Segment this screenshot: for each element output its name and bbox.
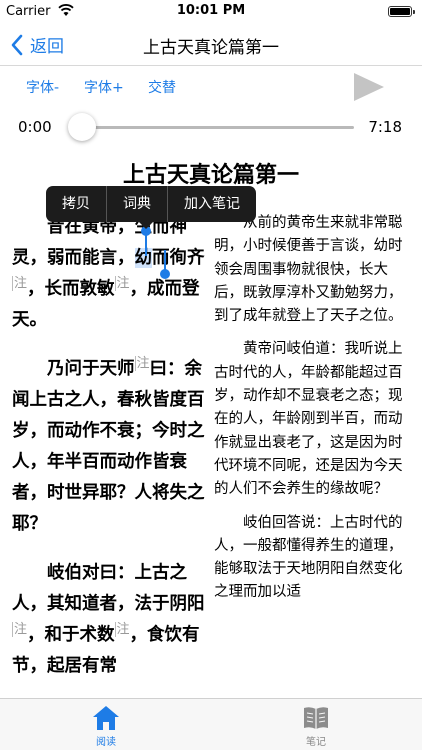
notebook-icon <box>304 707 328 729</box>
text-run: 岐伯对曰：上古之人，其知道者，法于阴阳 <box>12 563 205 614</box>
battery-icon <box>388 6 415 17</box>
tab-read-label: 阅读 <box>96 737 116 748</box>
copy-menu-item[interactable]: 拷贝 <box>46 186 107 222</box>
note-marker[interactable]: 注 <box>134 356 150 372</box>
note-marker[interactable]: 注 <box>12 276 28 292</box>
home-icon <box>93 706 119 730</box>
clock: 10:01 PM <box>176 3 246 18</box>
alternate-view-button[interactable]: 交替 <box>148 77 176 97</box>
current-time: 0:00 <box>18 118 52 136</box>
text-run: ，长而敦敏 <box>27 279 115 299</box>
add-note-menu-item[interactable]: 加入笔记 <box>168 186 256 222</box>
selection-start-handle[interactable] <box>141 226 151 256</box>
dictionary-menu-item[interactable]: 词典 <box>107 186 168 222</box>
duration: 7:18 <box>368 118 402 136</box>
original-paragraph: 乃问于天师 注曰：余闻上古之人，春秋皆度百岁，而动作不衰；今时之人，年半百而动作皆… <box>12 354 210 540</box>
tab-read[interactable]: 阅读 <box>76 705 136 748</box>
text-run: 曰：余闻上古之人，春秋皆度百岁，而动作不衰；今时之人，年半百而动作皆衰者，时世异… <box>12 359 205 534</box>
note-marker[interactable]: 注 <box>114 276 130 292</box>
tab-notes-label: 笔记 <box>306 737 326 748</box>
original-paragraph: 昔在黄帝，生而神灵，弱而能言，幼而徇齐注，长而敦敏 注，成而登天。 <box>12 212 210 336</box>
translation-paragraph: 从前的黄帝生来就非常聪明，小时候便善于言谈，幼时领会周围事物就很快，长大后，既敦… <box>214 215 403 325</box>
text-run: 乃问于天师 <box>47 359 135 379</box>
status-bar: Carrier 10:01 PM <box>0 0 422 24</box>
selected-text[interactable]: 幼 <box>134 248 152 268</box>
translation-column: 从前的黄帝生来就非常聪明，小时候便善于言谈，幼时领会周围事物就很快，长大后，既敦… <box>214 212 414 615</box>
audio-player: 0:00 7:18 <box>0 108 422 146</box>
original-paragraph: 岐伯对曰：上古之人，其知道者，法于阴阳注，和于术数 注，食饮有节，起居有常 <box>12 558 210 682</box>
tab-notes[interactable]: 笔记 <box>286 705 346 748</box>
chapter-title: 上古天真论篇第一 <box>122 163 299 188</box>
font-increase-button[interactable]: 字体+ <box>84 77 124 97</box>
edit-menu: 拷贝 词典 加入笔记 <box>46 186 256 229</box>
progress-slider-thumb[interactable] <box>68 113 96 141</box>
progress-track[interactable] <box>74 126 354 129</box>
note-marker[interactable]: 注 <box>12 622 28 638</box>
text-run: 而徇齐 <box>152 248 205 268</box>
selection-end-handle[interactable] <box>160 250 170 279</box>
play-icon[interactable] <box>352 72 386 102</box>
note-marker[interactable]: 注 <box>114 622 130 638</box>
reader-toolbar: 字体- 字体+ 交替 <box>0 66 422 106</box>
tab-bar: 阅读 笔记 <box>0 698 422 750</box>
page-title: 上古天真论篇第一 <box>143 38 279 58</box>
original-text-column: 昔在黄帝，生而神灵，弱而能言，幼而徇齐注，长而敦敏 注，成而登天。 乃问于天师 注曰… <box>12 212 210 700</box>
text-run: ，和于术数 <box>27 625 115 645</box>
translation-paragraph: 黄帝问岐伯道：我听说上古时代的人，年龄都能超过百岁，动作却不显衰老之态；现在的人… <box>214 341 403 498</box>
navigation-bar: 返回 上古天真论篇第一 <box>0 24 422 66</box>
translation-paragraph: 岐伯回答说：上古时代的人，一般都懂得养生的道理，能够取法于天地阴阳自然变化之理而… <box>214 514 403 601</box>
font-decrease-button[interactable]: 字体- <box>26 77 59 97</box>
